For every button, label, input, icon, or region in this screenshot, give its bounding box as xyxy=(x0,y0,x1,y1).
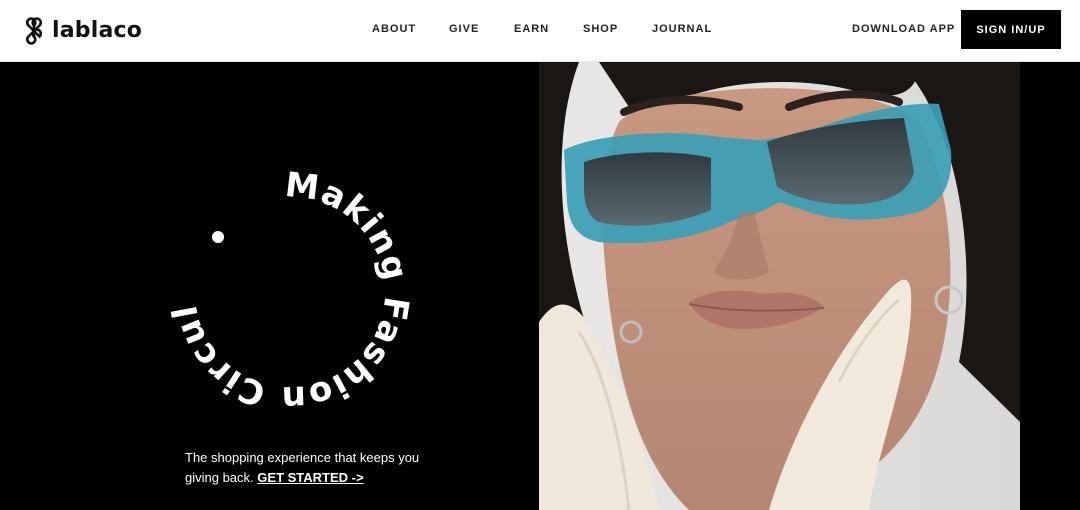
circular-headline-text: Making Fashion Circular xyxy=(160,162,415,418)
model-photo xyxy=(539,62,1020,510)
nav-give[interactable]: GIVE xyxy=(449,23,479,35)
bullet-dot xyxy=(212,231,224,243)
hero-right-edge xyxy=(1020,62,1080,510)
hero-image xyxy=(539,62,1020,510)
brand-name: lablaco xyxy=(52,18,143,43)
get-started-link[interactable]: GET STARTED -> xyxy=(257,470,363,485)
svg-text:Making Fashion Circular: Making Fashion Circular xyxy=(160,162,416,418)
download-app-link[interactable]: DOWNLOAD APP xyxy=(852,23,955,35)
interlocking-loops-icon xyxy=(25,17,43,45)
nav-journal[interactable]: JOURNAL xyxy=(652,23,712,35)
nav-about[interactable]: ABOUT xyxy=(372,23,416,35)
nav-shop[interactable]: SHOP xyxy=(583,23,618,35)
nav-earn[interactable]: EARN xyxy=(514,23,549,35)
circular-headline: Making Fashion Circular xyxy=(160,162,416,418)
hero-tagline: The shopping experience that keeps you g… xyxy=(185,448,425,488)
site-header: lablaco ABOUT GIVE EARN SHOP JOURNAL DOW… xyxy=(0,0,1080,62)
brand-logo[interactable]: lablaco xyxy=(20,16,142,46)
sign-in-button[interactable]: SIGN IN/UP xyxy=(961,10,1061,49)
